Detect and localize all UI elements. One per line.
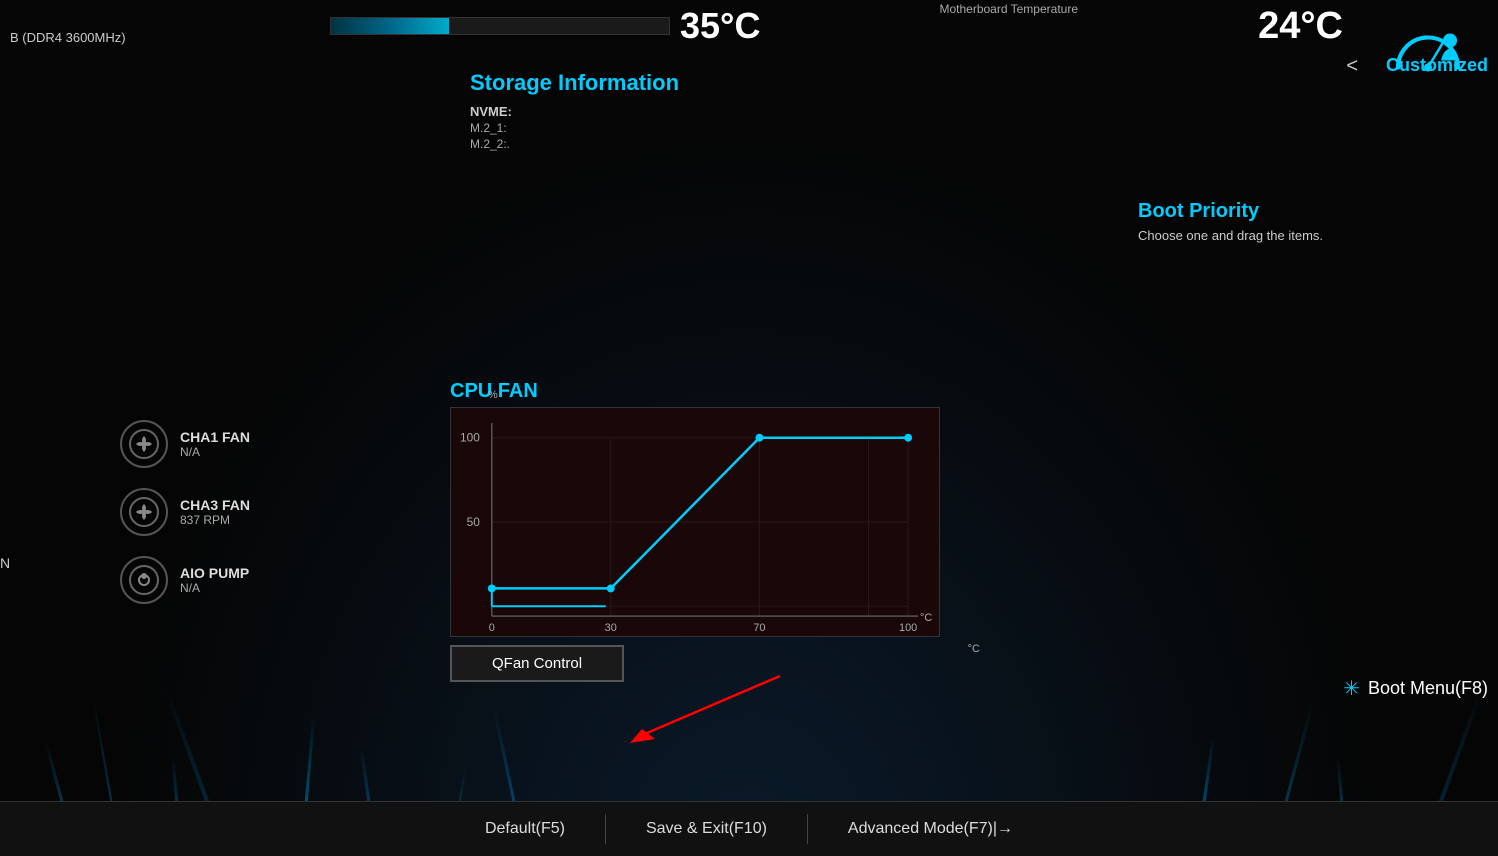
qfan-control-button[interactable]: QFan Control: [450, 645, 624, 682]
cpu-temp-section: 35°C: [330, 5, 760, 47]
svg-text:30: 30: [605, 622, 617, 634]
fan-section: CHA1 FAN N/A CHA3 FAN 837 RPM: [120, 420, 250, 604]
cha3-fan-name: CHA3 FAN: [180, 497, 250, 513]
cpu-temp-bar: [330, 17, 670, 35]
percent-label: %: [488, 389, 498, 401]
boot-priority-description: Choose one and drag the items.: [1138, 228, 1488, 243]
cpu-temp-bar-fill: [331, 18, 449, 34]
boot-menu-button[interactable]: ✳ Boot Menu(F8): [1343, 676, 1488, 701]
aio-pump-item: AIO PUMP N/A: [120, 556, 250, 604]
nvme-label: NVME:: [470, 104, 820, 119]
bottom-bar: Default(F5) Save & Exit(F10) Advanced Mo…: [0, 801, 1498, 856]
cpu-fan-section: CPU FAN %: [450, 380, 970, 682]
cha1-fan-rpm: N/A: [180, 445, 250, 459]
svg-text:0: 0: [489, 622, 495, 634]
storage-section: Storage Information NVME: M.2_1: M.2_2:.: [470, 70, 820, 153]
svg-text:70: 70: [753, 622, 765, 634]
mb-temp-display: 24°C: [1258, 5, 1343, 48]
cpu-fan-title: CPU FAN: [450, 380, 970, 403]
fan-curve-chart: 100 50 0 30 70 100 °C: [451, 408, 939, 636]
cpu-fan-chart: 100 50 0 30 70 100 °C: [450, 407, 940, 637]
temp-axis-label: °C: [968, 643, 980, 655]
cha3-fan-item: CHA3 FAN 837 RPM: [120, 488, 250, 536]
svg-text:50: 50: [467, 515, 481, 529]
storage-title: Storage Information: [470, 70, 820, 96]
save-exit-button[interactable]: Save & Exit(F10): [606, 810, 807, 848]
red-arrow-annotation: [600, 671, 800, 756]
ram-label: B (DDR4 3600MHz): [10, 30, 126, 45]
boot-menu-label: Boot Menu(F8): [1368, 678, 1488, 699]
left-edge-label: N: [0, 555, 10, 571]
m2-1-label: M.2_1:: [470, 121, 820, 135]
snowflake-icon: ✳: [1343, 676, 1360, 701]
chevron-left-icon[interactable]: <: [1346, 55, 1358, 78]
boot-priority-section: Boot Priority Choose one and drag the it…: [1138, 200, 1488, 243]
mb-temp-label: Motherboard Temperature: [939, 0, 1078, 16]
aio-pump-rpm: N/A: [180, 581, 249, 595]
default-button[interactable]: Default(F5): [445, 810, 605, 848]
cha1-fan-icon: [120, 420, 168, 468]
svg-text:100: 100: [899, 622, 917, 634]
advanced-mode-button[interactable]: Advanced Mode(F7)|→: [808, 810, 1053, 848]
cha3-fan-icon: [120, 488, 168, 536]
gauge-icon-area: [1368, 10, 1488, 90]
cha1-fan-name: CHA1 FAN: [180, 429, 250, 445]
main-content: B (DDR4 3600MHz) 35°C Motherboard Temper…: [0, 0, 1498, 856]
mb-temp-value: 24°C: [1258, 5, 1343, 48]
svg-text:°C: °C: [920, 612, 932, 624]
m2-2-label: M.2_2:.: [470, 137, 820, 151]
customized-label: Customized: [1386, 55, 1488, 76]
cha3-fan-rpm: 837 RPM: [180, 513, 250, 527]
svg-text:100: 100: [460, 431, 480, 445]
aio-pump-name: AIO PUMP: [180, 565, 249, 581]
cha1-fan-item: CHA1 FAN N/A: [120, 420, 250, 468]
boot-priority-title: Boot Priority: [1138, 200, 1488, 223]
cpu-temp-value: 35°C: [680, 5, 760, 47]
aio-pump-icon: [120, 556, 168, 604]
